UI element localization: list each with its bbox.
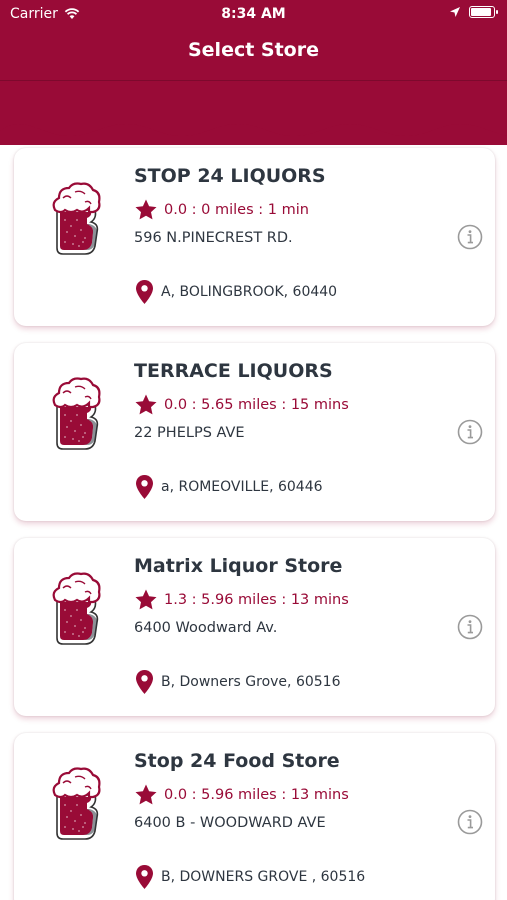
header-divider <box>0 80 507 81</box>
map-pin-icon <box>136 475 153 499</box>
info-icon[interactable] <box>457 224 483 250</box>
beer-mug-icon <box>52 377 101 450</box>
map-pin-icon <box>136 865 153 889</box>
location-arrow-icon <box>450 7 460 17</box>
store-meta: 1.3 : 5.96 miles : 13 mins <box>134 588 349 612</box>
store-name: TERRACE LIQUORS <box>134 360 333 382</box>
status-bar: Carrier 8:34 AM <box>0 0 507 30</box>
store-rating-distance-time: 1.3 : 5.96 miles : 13 mins <box>164 592 349 608</box>
star-icon <box>135 784 157 805</box>
battery-icon <box>469 6 498 18</box>
store-address: 596 N.PINECREST RD. <box>134 230 293 246</box>
map-pin-icon <box>136 670 153 694</box>
map-pin-icon <box>136 280 153 304</box>
store-location: a, ROMEOVILLE, 60446 <box>136 475 323 499</box>
beer-mug-icon <box>52 182 101 255</box>
store-name: Matrix Liquor Store <box>134 555 343 577</box>
info-icon[interactable] <box>457 419 483 445</box>
store-card[interactable]: TERRACE LIQUORS 0.0 : 5.65 miles : 15 mi… <box>14 343 495 521</box>
status-time: 8:34 AM <box>221 6 286 22</box>
store-card[interactable]: STOP 24 LIQUORS 0.0 : 0 miles : 1 min 59… <box>14 148 495 326</box>
beer-mug-icon <box>52 767 101 840</box>
store-address: 22 PHELPS AVE <box>134 425 245 441</box>
store-meta: 0.0 : 5.65 miles : 15 mins <box>134 393 349 417</box>
store-rating-distance-time: 0.0 : 5.96 miles : 13 mins <box>164 787 349 803</box>
star-icon <box>135 199 157 220</box>
store-location-text: B, DOWNERS GROVE , 60516 <box>161 869 366 885</box>
store-rating-distance-time: 0.0 : 0 miles : 1 min <box>164 202 309 218</box>
info-icon[interactable] <box>457 809 483 835</box>
store-name: STOP 24 LIQUORS <box>134 165 326 187</box>
star-icon <box>135 394 157 415</box>
store-card[interactable]: Stop 24 Food Store 0.0 : 5.96 miles : 13… <box>14 733 495 900</box>
store-location-text: B, Downers Grove, 60516 <box>161 674 341 690</box>
info-icon[interactable] <box>457 614 483 640</box>
store-meta: 0.0 : 5.96 miles : 13 mins <box>134 783 349 807</box>
store-location-text: A, BOLINGBROOK, 60440 <box>161 284 338 300</box>
store-location: B, DOWNERS GROVE , 60516 <box>136 865 365 889</box>
store-location-text: a, ROMEOVILLE, 60446 <box>161 479 323 495</box>
store-location: B, Downers Grove, 60516 <box>136 670 340 694</box>
store-address: 6400 Woodward Av. <box>134 620 278 636</box>
page-title: Select Store <box>187 39 319 61</box>
store-card[interactable]: Matrix Liquor Store 1.3 : 5.96 miles : 1… <box>14 538 495 716</box>
star-icon <box>135 589 157 610</box>
store-name: Stop 24 Food Store <box>134 750 340 772</box>
store-rating-distance-time: 0.0 : 5.65 miles : 15 mins <box>164 397 349 413</box>
store-address: 6400 B - WOODWARD AVE <box>134 815 326 831</box>
store-location: A, BOLINGBROOK, 60440 <box>136 280 337 304</box>
header-wave <box>0 118 507 136</box>
store-meta: 0.0 : 0 miles : 1 min <box>134 198 309 222</box>
beer-mug-icon <box>52 572 101 645</box>
